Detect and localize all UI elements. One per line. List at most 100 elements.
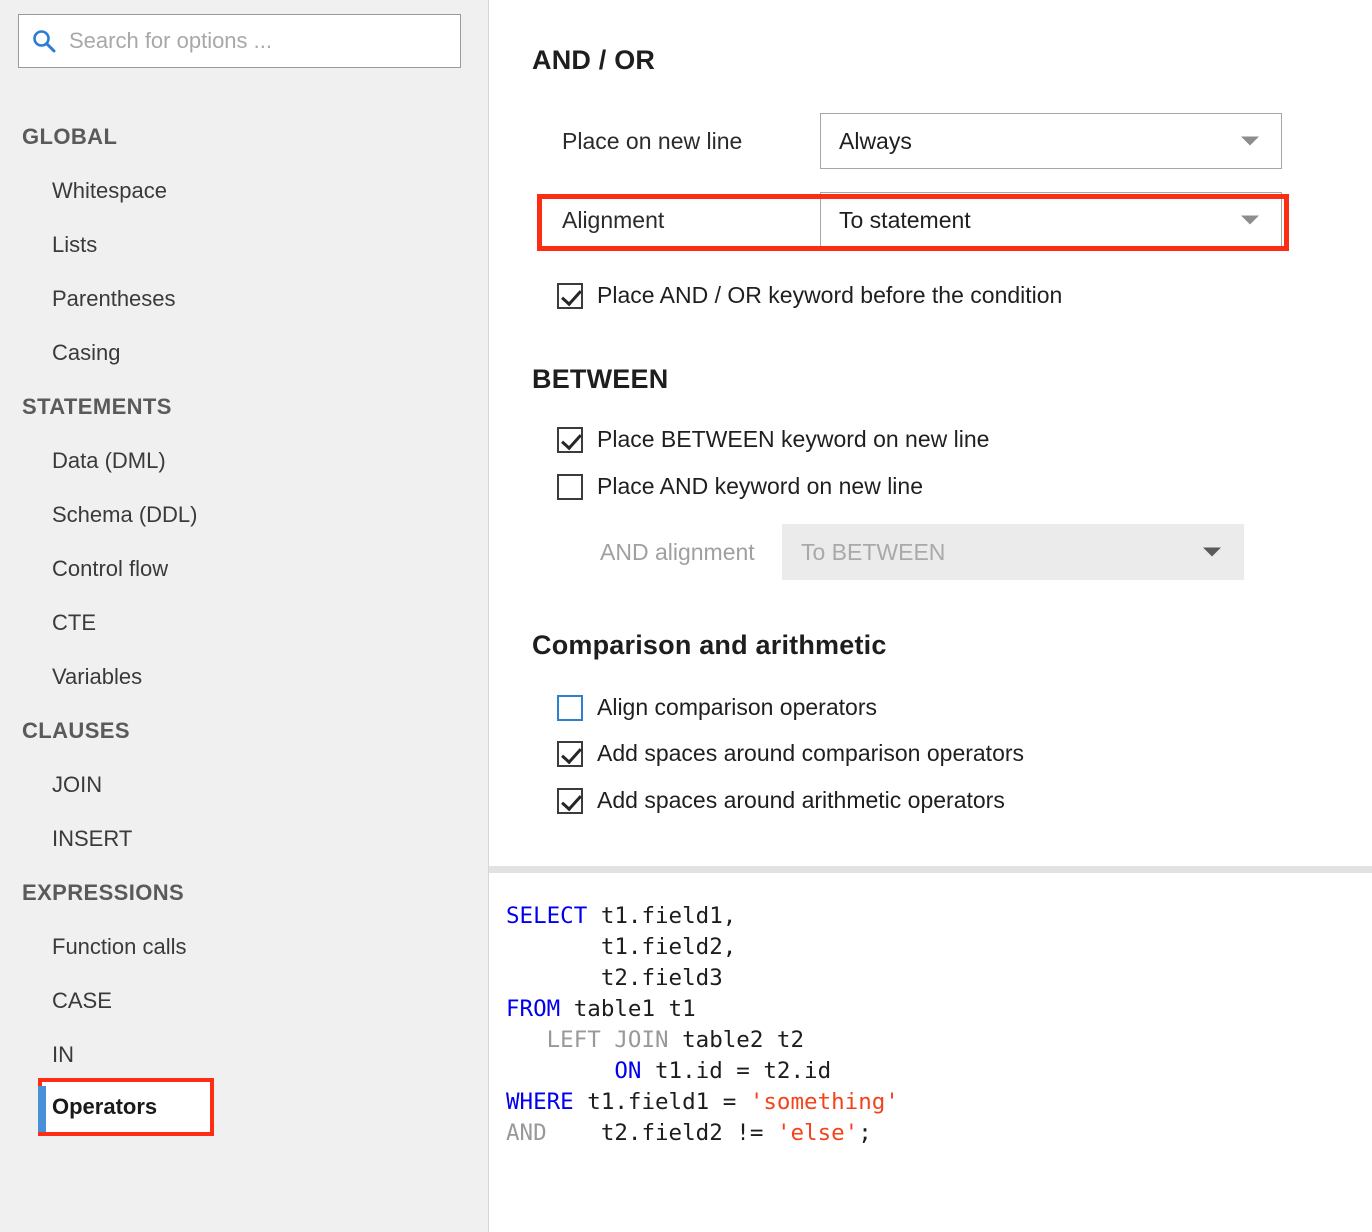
sidebar-item-data-dml[interactable]: Data (DML) (0, 434, 489, 488)
checkbox-spaces-comparison[interactable] (557, 740, 583, 767)
sql-token: table1 t1 (560, 996, 696, 1022)
sidebar-item-function-calls[interactable]: Function calls (0, 920, 489, 974)
field-row-alignment: Alignment To statement (532, 192, 1282, 248)
sidebar-item-insert[interactable]: INSERT (0, 812, 489, 866)
sidebar-group-title-expressions: EXPRESSIONS (22, 880, 185, 905)
sidebar-item-label: Parentheses (52, 286, 176, 311)
label-keyword-before-condition: Place AND / OR keyword before the condit… (597, 282, 1063, 308)
section-title-comparison: Comparison and arithmetic (532, 630, 887, 660)
label-between-keyword-new-line: Place BETWEEN keyword on new line (597, 426, 990, 452)
sql-token: ON (614, 1058, 642, 1084)
checkbox-between-keyword-new-line[interactable] (557, 426, 583, 453)
sidebar-item-label: Casing (52, 340, 121, 365)
select-alignment[interactable]: To statement (820, 192, 1282, 248)
sql-token: t2.field3 (506, 965, 723, 991)
sidebar-item-join[interactable]: JOIN (0, 758, 489, 812)
sql-token: SELECT (506, 903, 588, 929)
checkbox-and-keyword-new-line[interactable] (557, 473, 583, 500)
sidebar-item-label: CTE (52, 610, 96, 635)
sql-token: 'else' (776, 1120, 859, 1146)
sidebar-nav: GLOBAL Whitespace Lists Parentheses Casing ST… (0, 110, 489, 1136)
checkbox-keyword-before-condition[interactable] (557, 282, 583, 309)
sql-token: t1.field1 = (573, 1089, 750, 1115)
sidebar-item-control-flow[interactable]: Control flow (0, 542, 489, 596)
sql-token: AND (506, 1120, 547, 1146)
select-alignment-value: To statement (839, 206, 971, 233)
sql-token: ; (858, 1120, 872, 1146)
sidebar-item-label: Function calls (52, 934, 187, 959)
sidebar-item-label: INSERT (52, 826, 133, 851)
checkbox-row-and-keyword-new-line[interactable]: Place AND keyword on new line (557, 473, 923, 500)
checkbox-row-spaces-arithmetic[interactable]: Add spaces around arithmetic operators (557, 787, 1005, 814)
sidebar-group-title-statements: STATEMENTS (22, 394, 172, 419)
sidebar-item-schema-ddl[interactable]: Schema (DDL) (0, 488, 489, 542)
label-spaces-arithmetic: Add spaces around arithmetic operators (597, 787, 1005, 813)
sidebar-item-label: Data (DML) (52, 448, 166, 473)
checkbox-row-between-keyword-new-line[interactable]: Place BETWEEN keyword on new line (557, 426, 989, 453)
sql-token: table2 t2 (668, 1027, 805, 1053)
sidebar-item-label: Lists (52, 232, 98, 257)
sidebar: GLOBAL Whitespace Lists Parentheses Casing ST… (0, 0, 489, 1232)
sidebar-item-operators[interactable]: Operators (38, 1078, 214, 1136)
label-and-keyword-new-line: Place AND keyword on new line (597, 473, 923, 499)
checkbox-row-keyword-before-condition[interactable]: Place AND / OR keyword before the condit… (557, 282, 1062, 309)
sidebar-item-label: Operators (52, 1094, 158, 1119)
sidebar-item-lists[interactable]: Lists (0, 218, 489, 272)
sidebar-item-label: Variables (52, 664, 143, 689)
chevron-down-icon (1241, 215, 1259, 225)
sql-token: LEFT JOIN (546, 1027, 669, 1053)
sidebar-group-title-global: GLOBAL (22, 124, 118, 149)
label-place-on-new-line: Place on new line (562, 127, 743, 154)
sidebar-item-whitespace[interactable]: Whitespace (0, 164, 489, 218)
options-pane: AND / OR Place on new line Always Alignm… (489, 0, 1372, 870)
select-place-on-new-line[interactable]: Always (820, 113, 1282, 169)
select-and-alignment-value: To BETWEEN (801, 538, 946, 565)
section-title-between: BETWEEN (532, 364, 669, 394)
sql-preview-code: SELECT t1.field1, t1.field2, t2.field3 F… (506, 901, 1372, 1149)
select-place-on-new-line-value: Always (839, 127, 912, 154)
sidebar-item-label: Control flow (52, 556, 169, 581)
selection-indicator (38, 1086, 46, 1132)
checkbox-align-comparison[interactable] (557, 694, 583, 721)
field-row-place-on-new-line: Place on new line Always (532, 113, 1282, 169)
label-alignment: Alignment (562, 206, 665, 233)
checkbox-row-spaces-comparison[interactable]: Add spaces around comparison operators (557, 740, 1024, 767)
sidebar-item-in[interactable]: IN (0, 1028, 489, 1082)
sidebar-item-case[interactable]: CASE (0, 974, 489, 1028)
sidebar-item-label: JOIN (52, 772, 103, 797)
label-align-comparison: Align comparison operators (597, 694, 877, 720)
chevron-down-icon (1241, 136, 1259, 146)
checkbox-spaces-arithmetic[interactable] (557, 787, 583, 814)
content-pane: AND / OR Place on new line Always Alignm… (489, 0, 1372, 1232)
search-input[interactable] (69, 28, 449, 54)
label-and-alignment: AND alignment (600, 538, 755, 565)
select-and-alignment: To BETWEEN (782, 524, 1244, 580)
sidebar-item-parentheses[interactable]: Parentheses (0, 272, 489, 326)
field-row-and-alignment: AND alignment To BETWEEN (532, 524, 1244, 580)
sidebar-item-label: IN (52, 1042, 74, 1067)
sidebar-item-label: CASE (52, 988, 112, 1013)
sql-token: t1.field1, (587, 903, 737, 929)
formatter-options-window: GLOBAL Whitespace Lists Parentheses Casing ST… (0, 0, 1372, 1232)
chevron-down-icon (1203, 547, 1221, 557)
section-title-and-or: AND / OR (532, 45, 656, 75)
sql-token: t2.field2 != (546, 1120, 777, 1146)
sql-token: 'something' (749, 1089, 899, 1115)
sidebar-item-cte[interactable]: CTE (0, 596, 489, 650)
sql-token: t1.id = t2.id (641, 1058, 832, 1084)
sql-token: t1.field2, (506, 934, 737, 960)
sidebar-item-variables[interactable]: Variables (0, 650, 489, 704)
search-box[interactable] (18, 14, 461, 68)
search-icon (19, 28, 69, 54)
label-spaces-comparison: Add spaces around comparison operators (597, 740, 1025, 766)
checkbox-row-align-comparison[interactable]: Align comparison operators (557, 694, 877, 721)
sql-token: WHERE (506, 1089, 574, 1115)
preview-divider (489, 866, 1372, 873)
sidebar-item-label: Whitespace (52, 178, 167, 203)
sidebar-item-label: Schema (DDL) (52, 502, 198, 527)
sql-token: FROM (506, 996, 561, 1022)
sql-preview-pane: SELECT t1.field1, t1.field2, t2.field3 F… (489, 873, 1372, 1232)
sidebar-item-casing[interactable]: Casing (0, 326, 489, 380)
